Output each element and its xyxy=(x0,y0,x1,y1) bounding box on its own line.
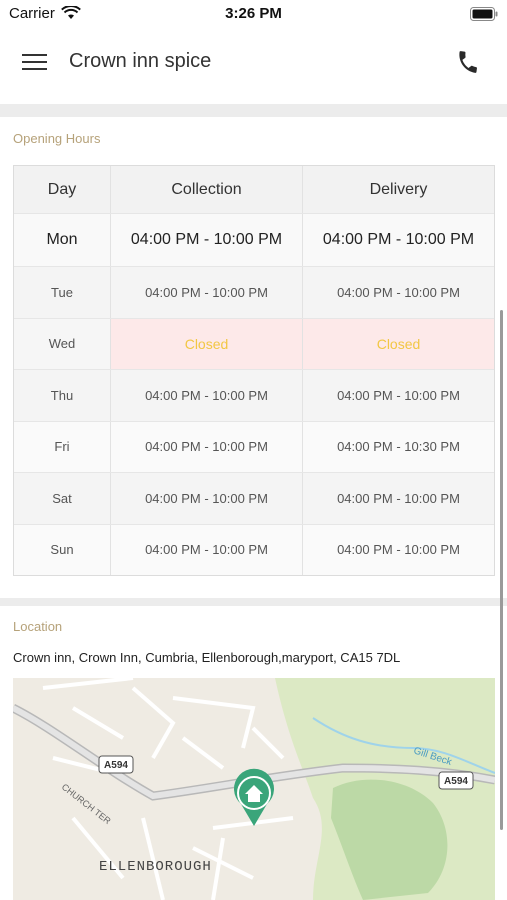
collection-cell: 04:00 PM - 10:00 PM xyxy=(110,421,302,472)
day-cell: Fri xyxy=(54,439,70,455)
collection-closed-cell: Closed xyxy=(110,318,302,369)
nav-bar: Crown inn spice xyxy=(0,30,507,102)
delivery-cell: 04:00 PM - 10:00 PM xyxy=(302,473,494,524)
table-row: Mon 04:00 PM - 10:00 PM 04:00 PM - 10:00… xyxy=(14,213,494,266)
delivery-cell: 04:00 PM - 10:00 PM xyxy=(302,524,494,575)
day-cell: Mon xyxy=(46,231,78,248)
scrollbar[interactable] xyxy=(500,310,503,830)
phone-icon[interactable] xyxy=(455,49,481,75)
table-row: Wed Closed Closed xyxy=(14,317,494,369)
collection-cell: 04:00 PM - 10:00 PM xyxy=(110,524,302,575)
day-cell: Sun xyxy=(50,542,74,558)
location-map[interactable]: A594 A594 CHURCH TER ELLENBOROUGH Gill B… xyxy=(13,678,495,900)
day-cell: Sat xyxy=(52,490,72,506)
delivery-cell: 04:00 PM - 10:00 PM xyxy=(302,267,494,318)
table-row: Fri 04:00 PM - 10:00 PM 04:00 PM - 10:30… xyxy=(14,420,494,472)
day-cell: Tue xyxy=(51,284,73,300)
table-row: Tue 04:00 PM - 10:00 PM 04:00 PM - 10:00… xyxy=(14,266,494,318)
section-divider xyxy=(0,104,507,117)
road-badge: A594 xyxy=(98,755,134,774)
status-bar: Carrier 3:26 PM xyxy=(0,0,507,30)
collection-cell: 04:00 PM - 10:00 PM xyxy=(110,214,302,266)
delivery-closed-cell: Closed xyxy=(302,318,494,369)
delivery-cell: 04:00 PM - 10:00 PM xyxy=(302,370,494,421)
delivery-cell: 04:00 PM - 10:30 PM xyxy=(302,421,494,472)
road-badge-label: A594 xyxy=(444,776,468,787)
column-header-day: Day xyxy=(47,180,77,198)
street-label: CHURCH TER xyxy=(60,782,113,827)
table-row: Sun 04:00 PM - 10:00 PM 04:00 PM - 10:00… xyxy=(14,523,494,575)
location-label: Location xyxy=(13,619,63,634)
day-cell: Wed xyxy=(14,318,110,369)
section-divider xyxy=(0,598,507,606)
menu-icon[interactable] xyxy=(22,50,48,74)
collection-cell: 04:00 PM - 10:00 PM xyxy=(110,267,302,318)
road-badge-label: A594 xyxy=(104,760,128,771)
place-label: ELLENBOROUGH xyxy=(99,859,212,875)
opening-hours-label: Opening Hours xyxy=(13,131,101,146)
column-header-delivery: Delivery xyxy=(302,166,494,213)
table-row: Thu 04:00 PM - 10:00 PM 04:00 PM - 10:00… xyxy=(14,369,494,421)
road-badge: A594 xyxy=(438,771,474,790)
opening-hours-table: Day Collection Delivery Mon 04:00 PM - 1… xyxy=(13,165,495,576)
clock: 3:26 PM xyxy=(225,5,282,22)
day-cell: Thu xyxy=(50,387,74,403)
column-header-collection: Collection xyxy=(110,166,302,213)
collection-cell: 04:00 PM - 10:00 PM xyxy=(110,370,302,421)
table-header-row: Day Collection Delivery xyxy=(14,166,494,213)
home-icon[interactable] xyxy=(234,768,275,826)
battery-icon xyxy=(470,7,498,26)
page-title: Crown inn spice xyxy=(69,50,212,72)
table-row: Sat 04:00 PM - 10:00 PM 04:00 PM - 10:00… xyxy=(14,472,494,524)
delivery-cell: 04:00 PM - 10:00 PM xyxy=(302,214,494,266)
map-canvas: A594 A594 CHURCH TER ELLENBOROUGH Gill B… xyxy=(13,678,495,900)
collection-cell: 04:00 PM - 10:00 PM xyxy=(110,473,302,524)
address-text: Crown inn, Crown Inn, Cumbria, Ellenboro… xyxy=(13,650,401,665)
